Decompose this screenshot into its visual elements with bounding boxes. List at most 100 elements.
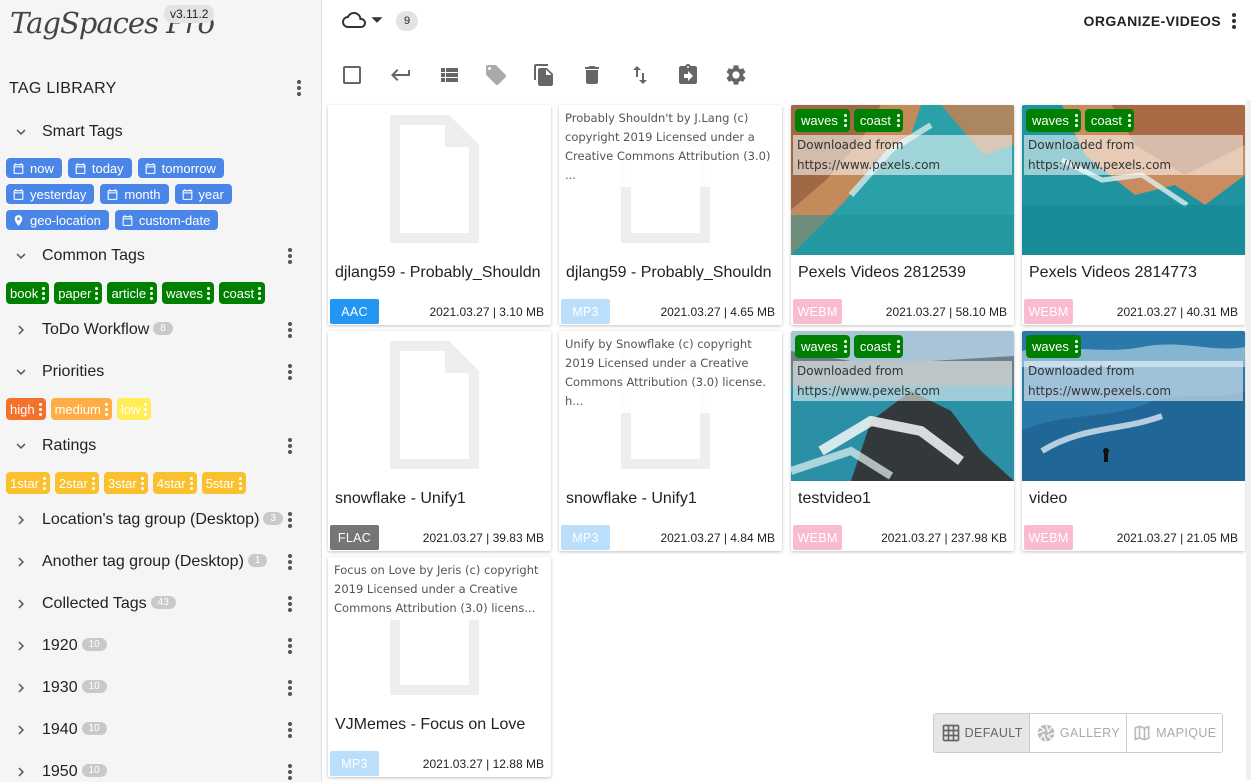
tag-2star[interactable]: 2star	[54, 472, 99, 494]
file-thumbnail[interactable]	[328, 105, 551, 255]
tag-high[interactable]: high	[6, 398, 46, 420]
chevron-right-icon[interactable]	[12, 679, 30, 697]
tag-menu-icon[interactable]	[150, 286, 154, 300]
file-card[interactable]: djlang59 - Probably_Shouldn AAC 2021.03.27…	[328, 105, 551, 325]
chevron-down-icon[interactable]	[12, 363, 30, 381]
location-menu-icon[interactable]	[1224, 9, 1244, 33]
tag-menu-icon[interactable]	[1074, 114, 1078, 127]
tag-menu-icon[interactable]	[104, 402, 108, 416]
tag-library-menu-icon[interactable]	[289, 76, 309, 100]
tag-group-menu-icon[interactable]	[280, 634, 300, 658]
tag-group-0[interactable]: Smart Tags	[0, 117, 321, 147]
smart-tag-today[interactable]: today	[67, 158, 132, 178]
tag-menu-icon[interactable]	[843, 340, 847, 353]
chevron-down-icon[interactable]	[12, 247, 30, 265]
smart-tag-month[interactable]: month	[100, 184, 169, 204]
tag-menu-icon[interactable]	[189, 476, 193, 490]
tag-group-menu-icon[interactable]	[280, 360, 300, 384]
tag-3star[interactable]: 3star	[103, 472, 148, 494]
chevron-down-icon[interactable]	[12, 123, 30, 141]
smart-tag-geo-location[interactable]: geo-location	[6, 210, 109, 230]
file-tag-waves[interactable]: waves	[1026, 109, 1081, 132]
select-all-icon[interactable]	[340, 63, 364, 87]
tag-group-menu-icon[interactable]	[280, 592, 300, 616]
file-tag-coast[interactable]: coast	[853, 335, 903, 358]
settings-icon[interactable]	[724, 63, 748, 87]
file-tag-waves[interactable]: waves	[1026, 335, 1081, 358]
smart-tag-custom-date[interactable]: custom-date	[114, 210, 219, 230]
chevron-down-icon[interactable]	[12, 437, 30, 455]
tag-menu-icon[interactable]	[42, 286, 46, 300]
tag-medium[interactable]: medium	[50, 398, 112, 420]
file-card[interactable]: snowflake - Unify1 FLAC 2021.03.27 | 39.83…	[328, 331, 551, 551]
tag-group-menu-icon[interactable]	[280, 760, 300, 782]
file-tag-coast[interactable]: coast	[1084, 109, 1134, 132]
tag-waves[interactable]: waves	[162, 282, 214, 304]
file-tag-coast[interactable]: coast	[853, 109, 903, 132]
file-tag-waves[interactable]: waves	[795, 109, 850, 132]
tag-menu-icon[interactable]	[207, 286, 210, 300]
file-thumbnail[interactable]	[328, 331, 551, 481]
tag-group-menu-icon[interactable]	[280, 434, 300, 458]
tag-group-menu-icon[interactable]	[280, 508, 300, 532]
tag-icon[interactable]	[484, 63, 508, 87]
tag-group-menu-icon[interactable]	[280, 244, 300, 268]
export-icon[interactable]	[676, 63, 700, 87]
tag-group-9[interactable]: 1930 10	[0, 673, 321, 703]
tag-group-menu-icon[interactable]	[280, 676, 300, 700]
tag-group-10[interactable]: 1940 10	[0, 715, 321, 745]
tag-group-1[interactable]: Common Tags	[0, 241, 321, 271]
chevron-right-icon[interactable]	[12, 637, 30, 655]
current-location-name[interactable]: ORGANIZE-VIDEOS	[1084, 13, 1221, 29]
tag-group-5[interactable]: Location's tag group (Desktop) 3	[0, 505, 321, 535]
tag-4star[interactable]: 4star	[152, 472, 197, 494]
tag-group-menu-icon[interactable]	[280, 318, 300, 342]
sort-icon[interactable]	[628, 63, 652, 87]
smart-tag-year[interactable]: year	[174, 184, 232, 204]
file-tag-waves[interactable]: waves	[795, 335, 850, 358]
tag-menu-icon[interactable]	[140, 476, 144, 490]
tag-menu-icon[interactable]	[1127, 114, 1131, 127]
tag-menu-icon[interactable]	[91, 476, 95, 490]
file-card[interactable]: Probably Shouldn't by J.Lang (c) copyrig…	[559, 105, 782, 325]
tag-group-menu-icon[interactable]	[280, 550, 300, 574]
view-default-button[interactable]: DEFAULT	[934, 714, 1031, 752]
file-card[interactable]: Downloaded from https://www.pexels.com wa…	[791, 105, 1014, 325]
tag-menu-icon[interactable]	[1074, 340, 1078, 353]
chevron-right-icon[interactable]	[12, 321, 30, 339]
smart-tag-tomorrow[interactable]: tomorrow	[137, 158, 224, 178]
tag-low[interactable]: low	[116, 398, 152, 420]
chevron-right-icon[interactable]	[12, 721, 30, 739]
view-mapique-button[interactable]: MAPIQUE	[1127, 714, 1222, 752]
smart-tag-now[interactable]: now	[6, 158, 62, 178]
tag-book[interactable]: book	[6, 282, 50, 304]
tag-menu-icon[interactable]	[42, 476, 46, 490]
tag-group-2[interactable]: ToDo Workflow 8	[0, 315, 321, 345]
tag-menu-icon[interactable]	[843, 114, 847, 127]
list-view-icon[interactable]	[437, 63, 461, 87]
tag-menu-icon[interactable]	[896, 340, 900, 353]
tag-group-8[interactable]: 1920 10	[0, 631, 321, 661]
tag-menu-icon[interactable]	[144, 402, 148, 416]
file-card[interactable]: Downloaded from https://www.pexels.com wa…	[1022, 331, 1245, 551]
tag-paper[interactable]: paper	[54, 282, 103, 304]
tag-group-7[interactable]: Collected Tags 43	[0, 589, 321, 619]
chevron-right-icon[interactable]	[12, 595, 30, 613]
tag-menu-icon[interactable]	[38, 402, 42, 416]
tag-menu-icon[interactable]	[896, 114, 900, 127]
file-card[interactable]: Focus on Love by Jeris (c) copyright 201…	[328, 557, 551, 777]
tag-group-11[interactable]: 1950 10	[0, 757, 321, 782]
location-switcher[interactable]	[340, 8, 384, 32]
back-icon[interactable]	[389, 63, 413, 87]
tag-article[interactable]: article	[107, 282, 158, 304]
file-card[interactable]: Downloaded from https://www.pexels.com wa…	[791, 331, 1014, 551]
tag-group-3[interactable]: Priorities	[0, 357, 321, 387]
delete-icon[interactable]	[580, 63, 604, 87]
chevron-right-icon[interactable]	[12, 763, 30, 781]
copy-icon[interactable]	[532, 63, 556, 87]
tag-menu-icon[interactable]	[238, 476, 242, 490]
file-card[interactable]: Downloaded from https://www.pexels.com wa…	[1022, 105, 1245, 325]
tag-group-6[interactable]: Another tag group (Desktop) 1	[0, 547, 321, 577]
view-gallery-button[interactable]: GALLERY	[1030, 714, 1127, 752]
tag-coast[interactable]: coast	[219, 282, 266, 304]
